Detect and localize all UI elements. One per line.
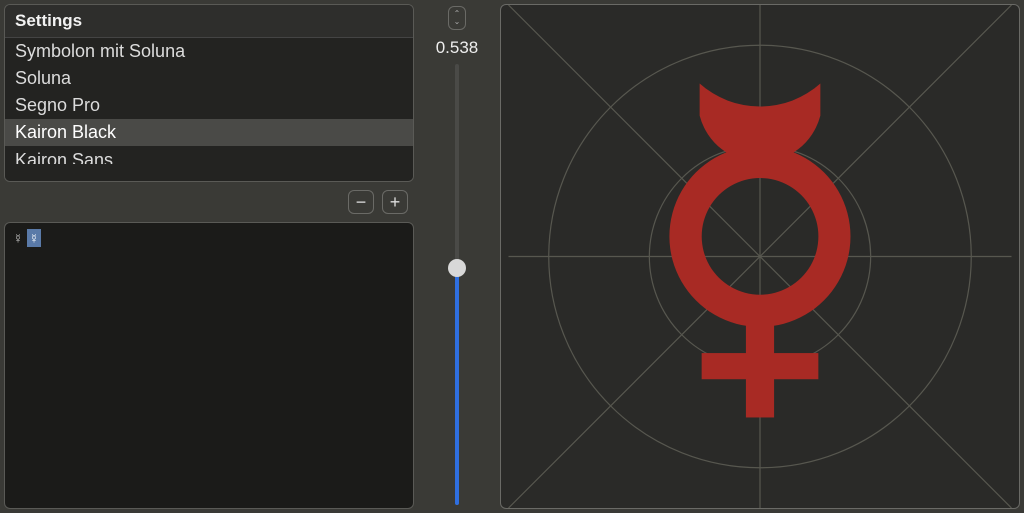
glyph-panel: ☿ ☿	[4, 222, 414, 509]
settings-item[interactable]: Soluna	[5, 65, 413, 92]
settings-panel: Settings Symbolon mit Soluna Soluna Segn…	[4, 4, 414, 182]
slider-value: 0.538	[436, 38, 479, 58]
add-button[interactable]: +	[382, 190, 408, 214]
preview-column	[500, 4, 1020, 509]
slider-column: ⌃ ⌄ 0.538	[422, 4, 492, 509]
plus-icon: +	[390, 193, 401, 211]
settings-item[interactable]: Symbolon mit Soluna	[5, 38, 413, 65]
settings-item[interactable]: Kairon Sans	[5, 146, 413, 164]
value-stepper[interactable]: ⌃ ⌄	[448, 6, 466, 30]
guide-grid	[509, 5, 1012, 508]
settings-header: Settings	[5, 5, 413, 38]
chevron-down-icon: ⌄	[454, 18, 461, 26]
settings-list[interactable]: Symbolon mit Soluna Soluna Segno Pro Kai…	[5, 38, 413, 181]
minus-icon: −	[356, 193, 367, 211]
left-column: Settings Symbolon mit Soluna Soluna Segn…	[4, 4, 414, 509]
settings-item[interactable]: Segno Pro	[5, 92, 413, 119]
glyph-items: ☿ ☿	[11, 229, 407, 247]
glyph-cell[interactable]: ☿	[11, 229, 25, 247]
settings-item[interactable]: Kairon Black	[5, 119, 413, 146]
glyph-cell[interactable]: ☿	[27, 229, 41, 247]
glyph-preview	[500, 4, 1020, 509]
remove-button[interactable]: −	[348, 190, 374, 214]
slider-thumb[interactable]	[448, 259, 466, 277]
slider-fill	[455, 268, 459, 505]
add-remove-row: − +	[4, 190, 414, 214]
app-root: Settings Symbolon mit Soluna Soluna Segn…	[0, 0, 1024, 513]
vertical-slider[interactable]	[448, 64, 466, 505]
preview-svg	[501, 5, 1019, 508]
